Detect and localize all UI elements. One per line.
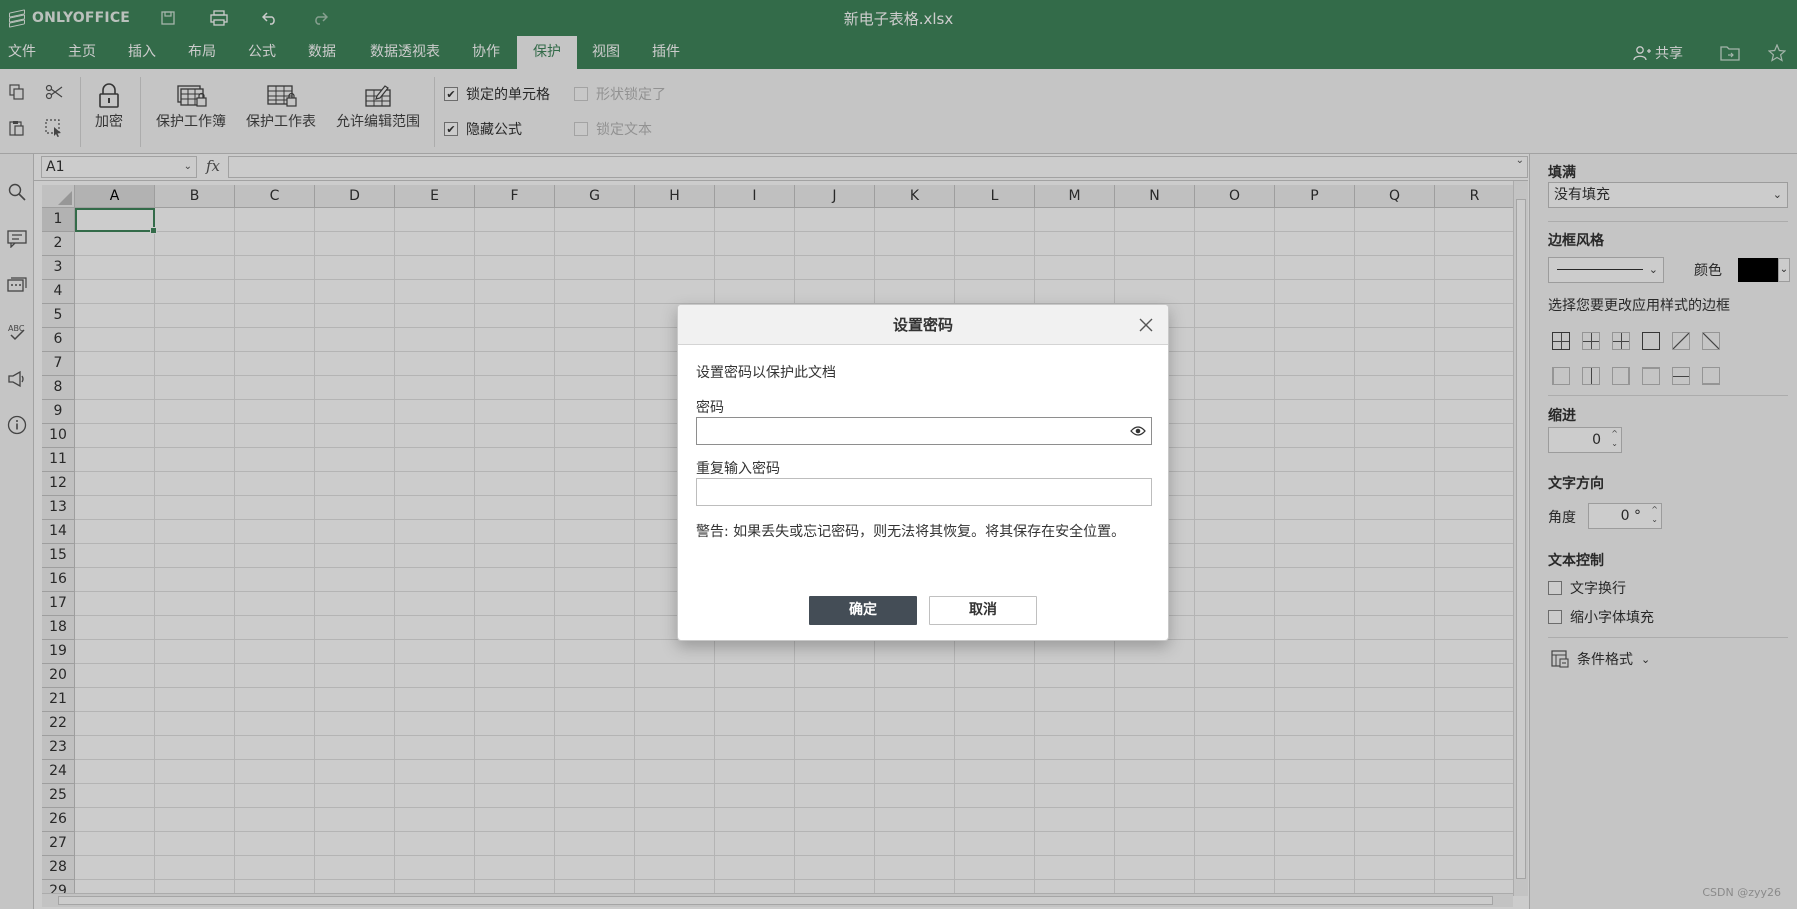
show-password-eye-icon[interactable] (1128, 418, 1148, 444)
repeat-password-label: 重复输入密码 (696, 461, 780, 477)
close-icon[interactable] (1136, 305, 1156, 345)
dialog-description: 设置密码以保护此文档 (696, 365, 836, 381)
password-label: 密码 (696, 400, 724, 416)
watermark-text: CSDN @zyy26 (1702, 886, 1781, 899)
password-input[interactable] (696, 417, 1152, 445)
dialog-header: 设置密码 (678, 305, 1168, 345)
ok-button[interactable]: 确定 (809, 596, 917, 625)
password-warning: 警告: 如果丢失或忘记密码，则无法将其恢复。将其保存在安全位置。 (696, 524, 1126, 540)
set-password-dialog: 设置密码 设置密码以保护此文档 密码 重复输入密码 警告: 如果丢失或忘记密码，… (677, 304, 1169, 641)
dialog-title: 设置密码 (892, 316, 953, 334)
repeat-password-input[interactable] (696, 478, 1152, 506)
cancel-button[interactable]: 取消 (929, 596, 1037, 625)
